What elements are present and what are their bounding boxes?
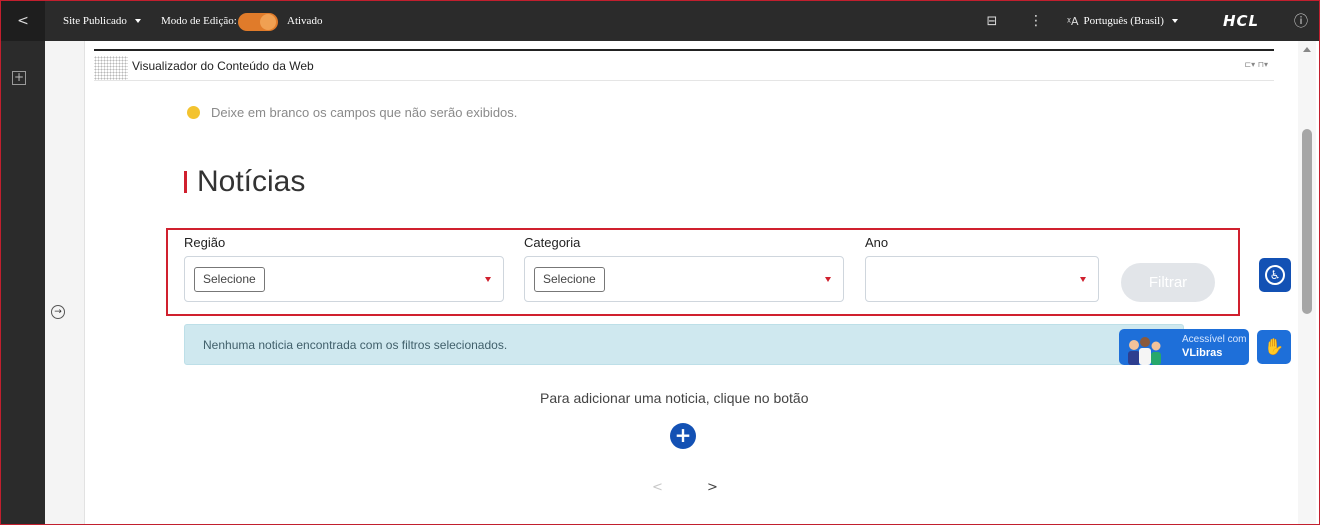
title-accent-bar (184, 171, 187, 193)
expand-arrow-icon[interactable]: → (51, 305, 65, 319)
region-select[interactable]: Selecione (184, 256, 504, 302)
scroll-up-arrow-icon[interactable] (1303, 47, 1311, 52)
dropdown-arrow-icon (485, 277, 491, 282)
accessibility-icon: ♿ (1265, 265, 1285, 285)
add-glyph: + (13, 70, 25, 84)
accessibility-button[interactable]: ♿ (1259, 258, 1291, 292)
chevron-down-icon (1171, 19, 1178, 23)
edit-mode-label: Modo de Edição: (161, 15, 237, 27)
add-page-icon[interactable]: + (12, 71, 26, 85)
toggle-knob (260, 14, 276, 30)
portlet-menu-icon[interactable]: ⊏▾ ⊓▾ (1244, 60, 1268, 69)
category-label: Categoria (524, 235, 581, 250)
vlibras-caption: Acessível com (1182, 334, 1247, 345)
region-label: Região (184, 235, 226, 250)
region-selected-value: Selecione (194, 267, 265, 292)
more-options-icon[interactable]: ⋮ (1029, 1, 1043, 41)
section-title: Notícias (184, 165, 305, 199)
scrollbar-thumb[interactable] (1302, 129, 1312, 314)
hands-icon: ✋ (1264, 337, 1284, 356)
layout-gutter: → (45, 41, 85, 524)
top-toolbar: < Site Publicado Modo de Edição: Ativado… (1, 1, 1319, 41)
chevron-down-icon (134, 19, 141, 23)
hcl-logo: HCL (1223, 12, 1260, 30)
translate-icon: ᵡA (1067, 14, 1079, 28)
info-icon[interactable]: ⓘ (1291, 1, 1311, 41)
back-button[interactable]: < (1, 1, 45, 41)
year-label: Ano (865, 235, 889, 250)
filter-button[interactable]: Filtrar (1121, 263, 1215, 302)
prev-page-button[interactable]: < (652, 480, 663, 495)
portlet-title: Visualizador do Conteúdo da Web (132, 59, 314, 73)
alert-text: Nenhuma noticia encontrada com os filtro… (203, 338, 508, 352)
vlibras-people-icon (1128, 337, 1161, 365)
language-label: Português (Brasil) (1083, 15, 1164, 27)
drag-handle-icon[interactable] (94, 56, 128, 80)
layout-icon[interactable]: ⊟ (983, 1, 1001, 41)
edit-mode-state: Ativado (287, 15, 323, 27)
chevron-left-icon: < (17, 13, 29, 29)
sign-language-button[interactable]: ✋ (1257, 330, 1291, 364)
site-label: Site Publicado (63, 15, 127, 27)
vlibras-name: VLibras (1182, 347, 1223, 359)
vlibras-banner[interactable]: Acessível com VLibras (1119, 329, 1249, 365)
section-title-text: Notícias (197, 165, 306, 198)
browser-frame: < Site Publicado Modo de Edição: Ativado… (0, 0, 1320, 525)
hint-text: Deixe em branco os campos que não serão … (211, 105, 518, 120)
portlet-header: Visualizador do Conteúdo da Web ⊏▾ ⊓▾ (94, 51, 1274, 81)
add-news-instruction: Para adicionar uma noticia, clique no bo… (540, 390, 809, 406)
hint-message: Deixe em branco os campos que não serão … (187, 105, 517, 120)
dropdown-arrow-icon (1080, 277, 1086, 282)
year-select[interactable] (865, 256, 1099, 302)
add-news-button[interactable]: + (670, 423, 696, 449)
edit-mode-toggle[interactable] (238, 13, 278, 31)
category-select[interactable]: Selecione (524, 256, 844, 302)
dropdown-arrow-icon (825, 277, 831, 282)
left-toolbar: + (1, 41, 45, 524)
language-selector[interactable]: ᵡA Português (Brasil) (1067, 1, 1178, 41)
vertical-scrollbar[interactable] (1298, 41, 1316, 524)
no-results-alert: Nenhuma noticia encontrada com os filtro… (184, 324, 1184, 365)
next-page-button[interactable]: > (707, 480, 718, 495)
info-dot-icon (187, 106, 200, 119)
category-selected-value: Selecione (534, 267, 605, 292)
site-selector[interactable]: Site Publicado (63, 1, 141, 41)
